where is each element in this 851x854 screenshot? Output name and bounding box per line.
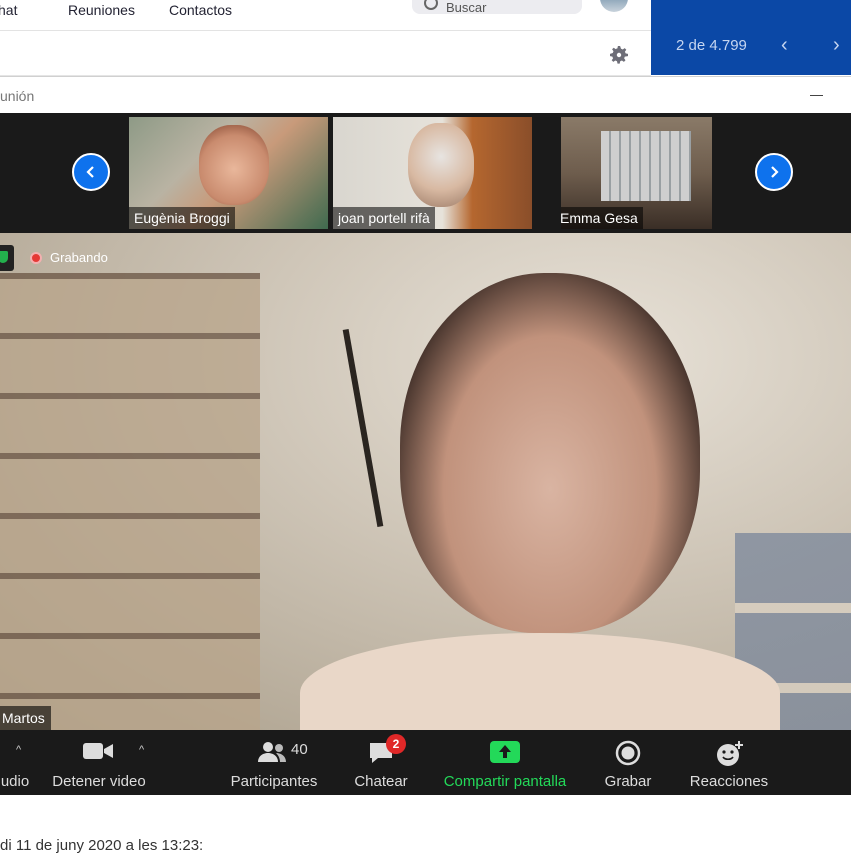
audio-label: udio <box>0 773 30 790</box>
participant-name: Emma Gesa <box>561 210 638 226</box>
chevron-left-icon[interactable]: ‹ <box>781 34 788 57</box>
chevron-right-icon <box>771 166 779 178</box>
recording-dot-icon <box>30 252 42 264</box>
participant-face <box>199 125 269 205</box>
chevron-up-icon[interactable]: ^ <box>139 744 144 756</box>
speaker-shoulders <box>300 633 780 730</box>
zoom-top-bar: hat Reuniones Contactos Buscar <box>0 0 651 76</box>
speaker-face <box>400 273 700 633</box>
participant-video-2[interactable]: joan portell rifà <box>333 117 532 229</box>
reactions-emoji-icon <box>717 741 743 766</box>
chat-unread-badge: 2 <box>386 734 406 754</box>
participant-name-wrap: Emma Gesa <box>561 207 643 229</box>
message-counter: 2 de 4.799 <box>676 37 747 54</box>
recording-label: Grabando <box>50 250 108 265</box>
record-icon <box>615 740 641 766</box>
participants-button[interactable]: 40 Participantes <box>228 730 320 795</box>
next-page-button[interactable] <box>755 153 793 191</box>
mail-navigation: 2 de 4.799 ‹ › <box>651 0 851 75</box>
video-label: Detener video <box>52 773 146 790</box>
video-camera-icon <box>83 743 113 759</box>
window-title: unión <box>0 88 35 104</box>
chevron-up-icon[interactable]: ^ <box>16 744 21 756</box>
tab-chat[interactable]: hat <box>0 2 17 18</box>
reactions-button[interactable]: Reacciones <box>686 730 772 795</box>
participant-strip: Eugènia Broggi joan portell rifà Emma Ge… <box>0 113 851 233</box>
participants-label: Participantes <box>230 773 318 790</box>
tab-contacts[interactable]: Contactos <box>169 2 232 18</box>
search-placeholder: Buscar <box>446 0 487 15</box>
recording-indicator: Grabando <box>30 250 108 265</box>
record-button[interactable]: Grabar <box>598 730 658 795</box>
stop-video-button[interactable]: Detener video <box>48 730 150 795</box>
share-screen-button[interactable]: Compartir pantalla <box>438 730 572 795</box>
bookshelf-left <box>0 273 260 730</box>
ceiling-light-track <box>342 328 384 528</box>
avatar[interactable] <box>600 0 628 12</box>
window-shutter <box>601 131 691 201</box>
email-date-text: di 11 de juny 2020 a les 13:23: <box>0 837 204 854</box>
record-label: Grabar <box>604 773 652 790</box>
meeting-titlebar: unión <box>0 76 851 114</box>
meeting-toolbar: udio ^ Detener video ^ 40 Participantes … <box>0 730 851 795</box>
chat-label: Chatear <box>354 773 408 790</box>
security-shield-icon[interactable] <box>0 245 14 271</box>
previous-page-button[interactable] <box>72 153 110 191</box>
search-icon <box>424 0 438 10</box>
speaker-name: Martos <box>0 706 51 730</box>
share-screen-icon <box>490 741 520 763</box>
participant-name: Eugènia Broggi <box>129 207 235 229</box>
chevron-left-icon <box>86 166 94 178</box>
minimize-icon[interactable] <box>810 95 823 96</box>
participant-video-1[interactable]: Eugènia Broggi <box>129 117 328 229</box>
participant-face <box>408 123 474 207</box>
chevron-right-icon[interactable]: › <box>833 34 840 57</box>
participants-icon <box>258 742 286 762</box>
participants-count: 40 <box>291 741 308 758</box>
active-speaker-video[interactable]: Grabando Martos <box>0 233 851 730</box>
participant-name: joan portell rifà <box>333 207 435 229</box>
search-input[interactable]: Buscar <box>412 0 582 15</box>
participant-video-3[interactable]: Emma Gesa <box>561 117 712 229</box>
gear-icon[interactable] <box>607 43 631 67</box>
audio-button[interactable]: udio <box>0 730 40 795</box>
divider <box>0 30 651 31</box>
tab-meetings[interactable]: Reuniones <box>68 2 135 18</box>
share-label: Compartir pantalla <box>443 773 567 790</box>
reactions-label: Reacciones <box>689 773 769 790</box>
